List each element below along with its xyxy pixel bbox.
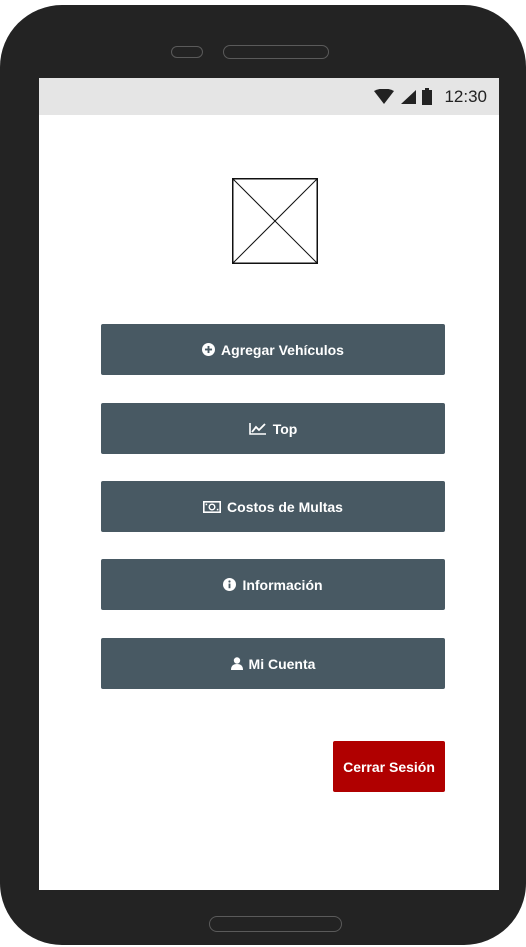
home-button[interactable]	[209, 916, 342, 932]
line-chart-icon	[248, 422, 267, 435]
front-camera	[171, 46, 203, 58]
info-circle-icon	[223, 578, 237, 591]
status-icons: 12:30	[374, 78, 487, 115]
costos-multas-label: Costos de Multas	[227, 498, 343, 515]
cerrar-sesion-button[interactable]: Cerrar Sesión	[333, 741, 445, 792]
informacion-label: Información	[242, 576, 323, 593]
agregar-vehiculos-label: Agregar Vehículos	[221, 341, 344, 358]
image-placeholder-icon	[232, 178, 318, 264]
status-time: 12:30	[444, 86, 487, 106]
status-bar: 12:30	[39, 78, 499, 115]
app-screen: 12:30 Agregar Vehículos Top Costos de Mu…	[39, 78, 499, 890]
agregar-vehiculos-button[interactable]: Agregar Vehículos	[101, 324, 445, 375]
top-label: Top	[272, 420, 298, 437]
user-icon	[230, 657, 243, 670]
battery-icon	[422, 88, 433, 105]
plus-circle-icon	[202, 343, 216, 356]
top-button[interactable]: Top	[101, 403, 445, 454]
earpiece-speaker	[223, 45, 329, 59]
informacion-button[interactable]: Información	[101, 559, 445, 610]
mi-cuenta-button[interactable]: Mi Cuenta	[101, 638, 445, 689]
costos-multas-button[interactable]: Costos de Multas	[101, 481, 445, 532]
cerrar-sesion-label: Cerrar Sesión	[343, 758, 435, 775]
wifi-icon	[374, 88, 395, 105]
phone-frame: 12:30 Agregar Vehículos Top Costos de Mu…	[0, 5, 526, 945]
money-bill-icon	[203, 500, 222, 513]
signal-icon	[400, 89, 417, 105]
mi-cuenta-label: Mi Cuenta	[248, 655, 316, 672]
